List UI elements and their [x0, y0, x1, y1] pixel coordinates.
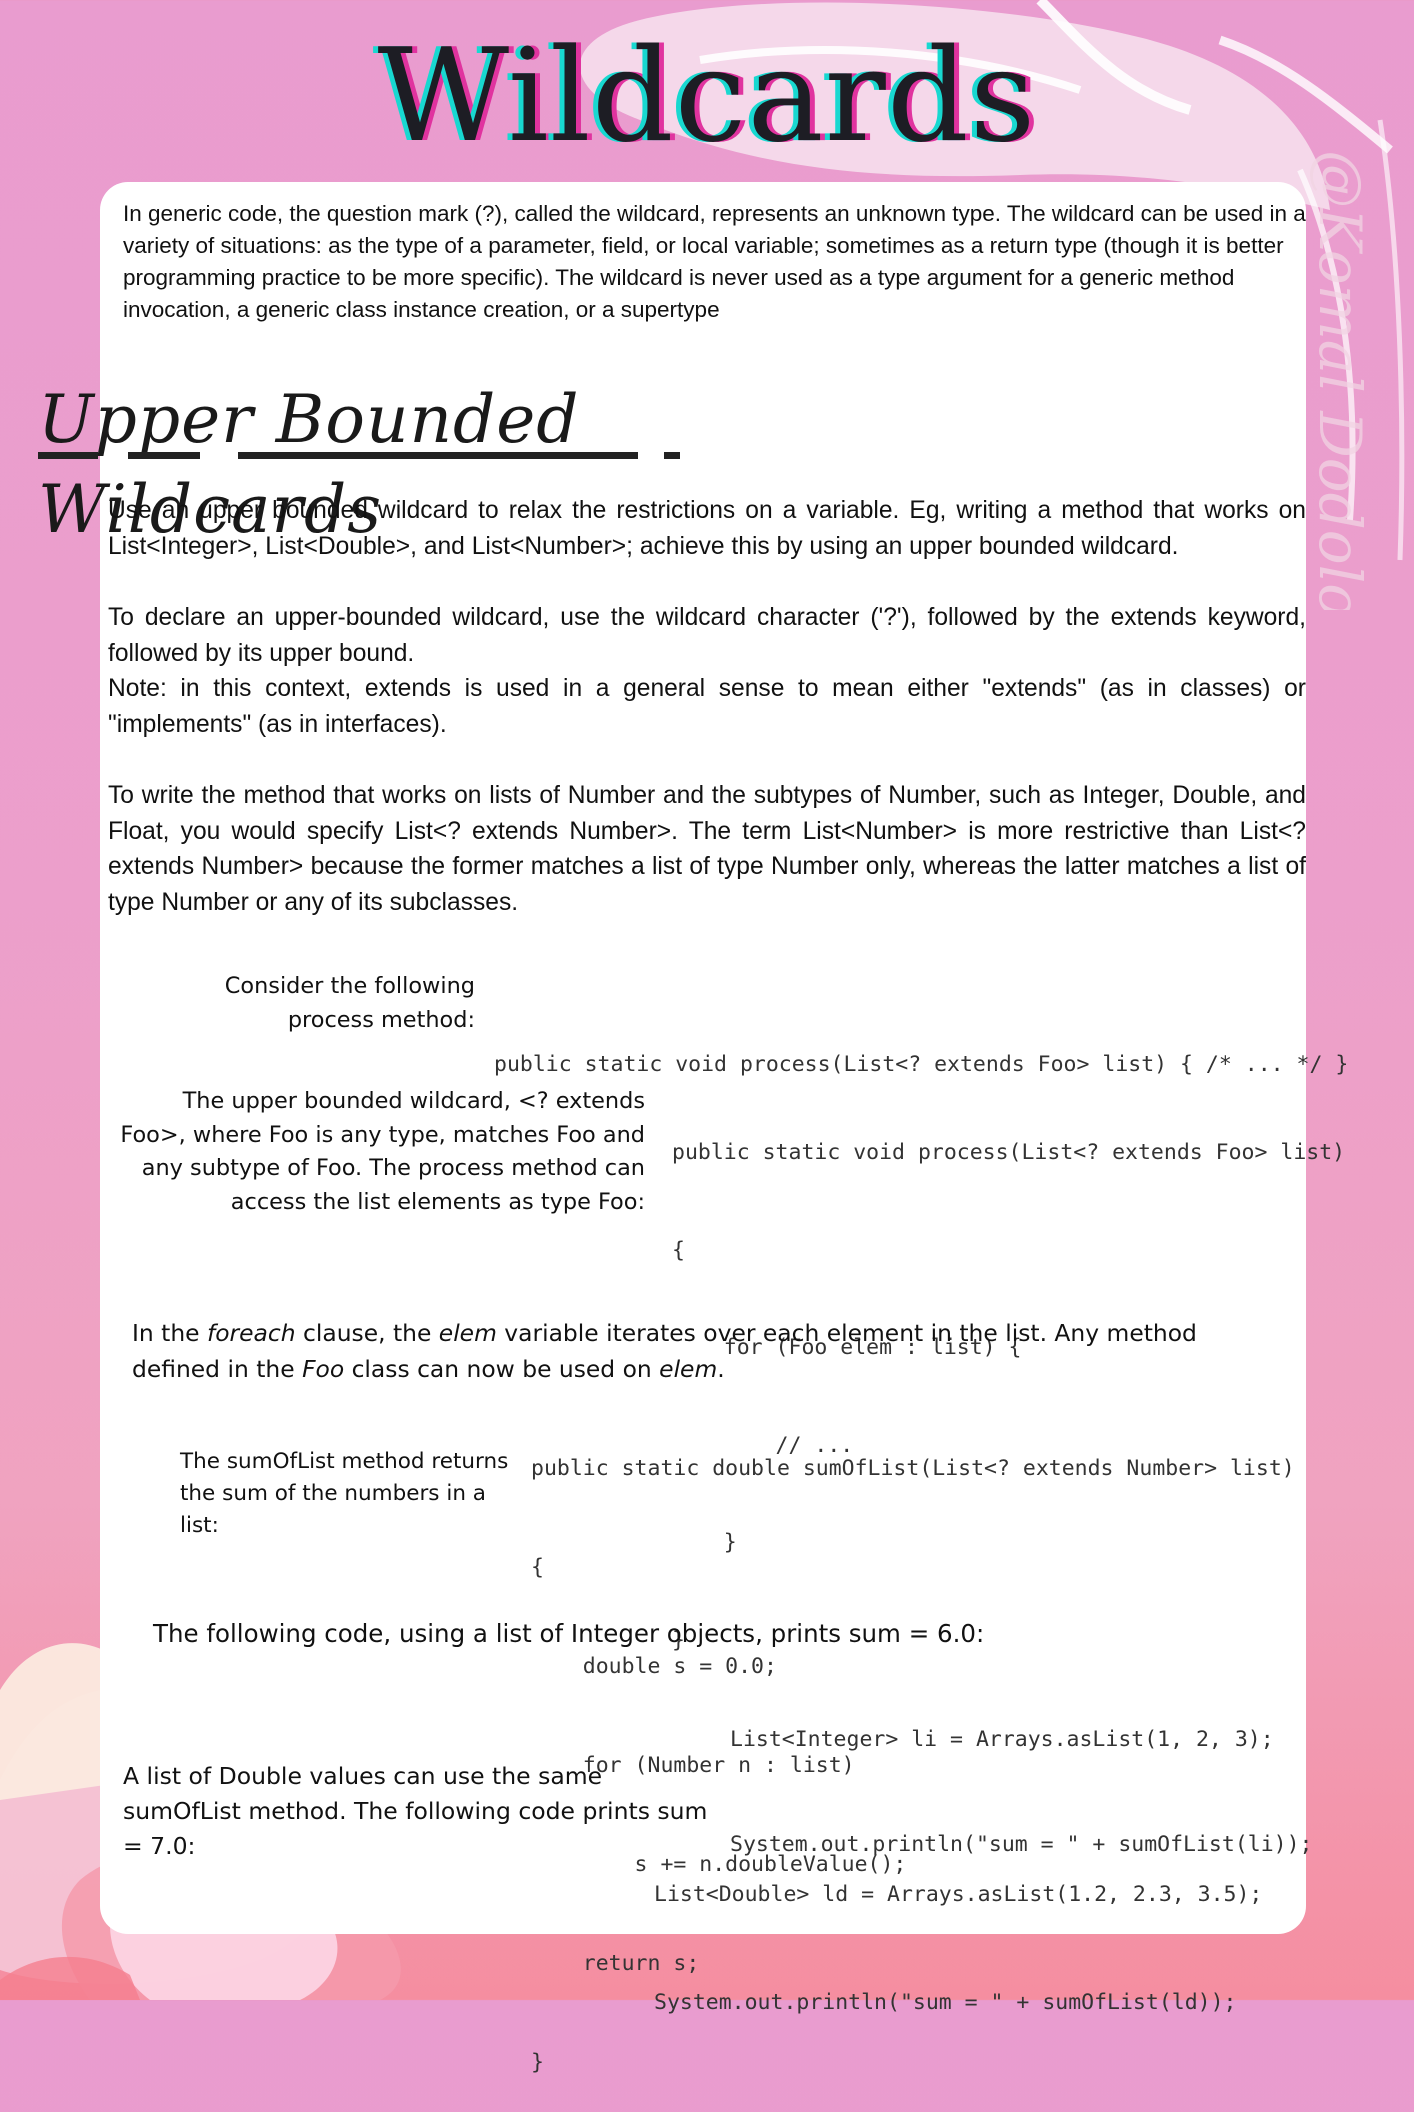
- paragraph-note: Note: in this context, extends is used i…: [108, 675, 1306, 738]
- page-title: Wildcards: [377, 22, 1037, 171]
- foreach-note-text: .: [717, 1355, 725, 1383]
- paragraph-list-number: To write the method that works on lists …: [108, 782, 1306, 916]
- watermark-text: @Komal Dodolo: [1306, 150, 1370, 610]
- example3-label: The sumOfList method returns the sum of …: [180, 1449, 509, 1538]
- example5-label: A list of Double values can use the same…: [123, 1762, 708, 1860]
- foreach-note: In the foreach clause, the elem variable…: [132, 1315, 1292, 1387]
- example2-label: The upper bounded wildcard, <? extends F…: [120, 1088, 645, 1215]
- section-heading-underline-right: [238, 452, 638, 459]
- foreach-note-emphasis: elem: [659, 1355, 718, 1383]
- foreach-note-emphasis: Foo: [302, 1355, 345, 1383]
- example5-code: List<Double> ld = Arrays.asList(1.2, 2.3…: [654, 1805, 1262, 2057]
- example4-label: The following code, using a list of Inte…: [153, 1619, 985, 1648]
- foreach-note-text: class can now be used on: [344, 1355, 660, 1383]
- code-line: List<Double> ld = Arrays.asList(1.2, 2.3…: [654, 1882, 1263, 1907]
- code-line: public static double sumOfList(List<? ex…: [531, 1456, 1295, 1481]
- section-heading-underline-left: [38, 452, 98, 459]
- code-line: {: [531, 1555, 544, 1580]
- code-line: System.out.println("sum = " + sumOfList(…: [654, 1990, 1237, 2015]
- paragraph-declare: To declare an upper-bounded wildcard, us…: [108, 604, 1306, 667]
- foreach-note-text: clause, the: [295, 1319, 439, 1347]
- foreach-note-emphasis: foreach: [206, 1319, 296, 1347]
- section-heading-underline-mid: [128, 452, 200, 459]
- example1-label: Consider the following process method:: [224, 973, 475, 1033]
- intro-paragraph: In generic code, the question mark (?), …: [123, 201, 1306, 322]
- section-heading-underline-end: [664, 452, 680, 459]
- paragraph-upper-bound-intro: Use an upper bounded wildcard to relax t…: [108, 497, 1306, 560]
- foreach-note-text: In the: [132, 1319, 207, 1347]
- code-line: List<Integer> li = Arrays.asList(1, 2, 3…: [730, 1727, 1274, 1752]
- code-line: public static void process(List<? extend…: [672, 1140, 1346, 1165]
- foreach-note-emphasis: elem: [438, 1319, 497, 1347]
- code-line: {: [672, 1237, 685, 1263]
